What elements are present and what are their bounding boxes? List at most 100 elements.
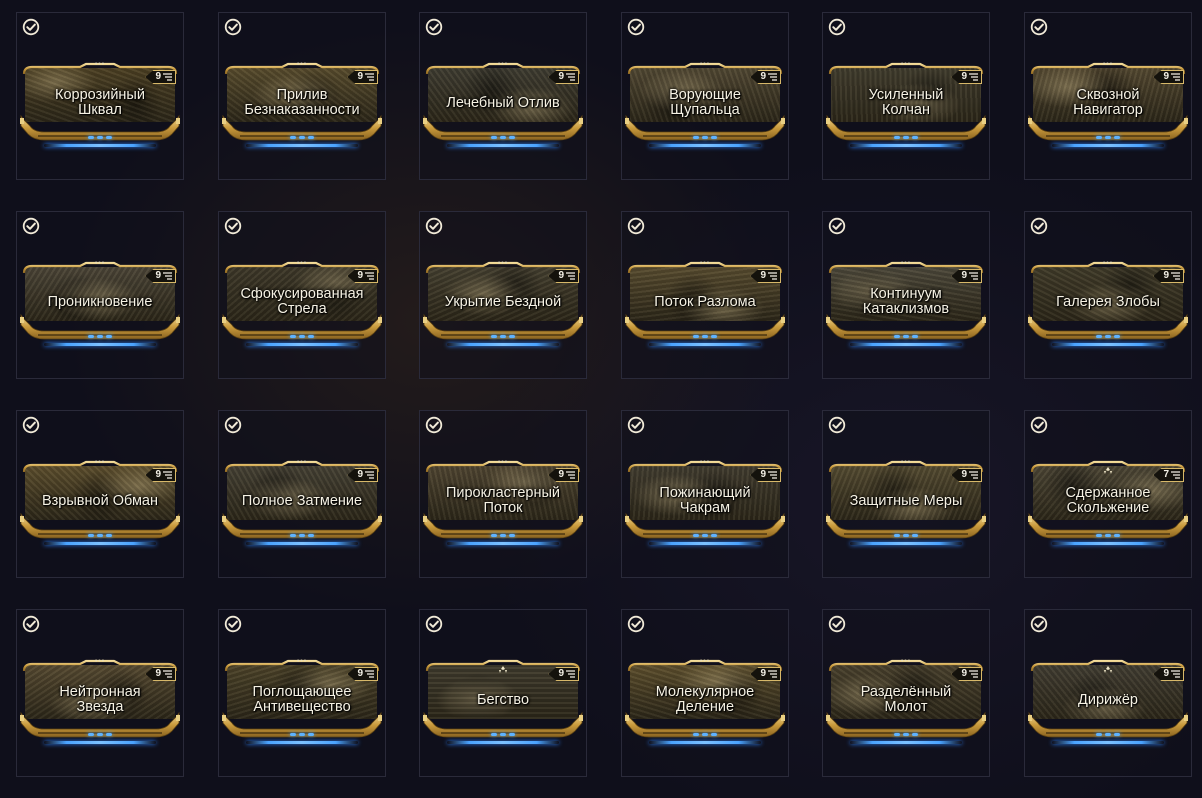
check-icon [627,217,645,235]
mod-slot[interactable]: ••• 9 Проникновение [16,211,184,379]
mod-slot[interactable]: 7 Сдержанное Скольжение [1024,410,1192,578]
mod-slot[interactable]: ••• 9 Прилив Безнаказанности [218,12,386,180]
rank-pip [491,534,497,537]
mod-slot[interactable]: ••• 9 Пирокластерный Поток [419,410,587,578]
rank-pips [20,335,180,338]
capacity-rail [447,343,559,346]
mod-name: Защитные Меры [849,492,963,509]
mod-card[interactable]: ••• 9 Сквозной Навигатор [1028,60,1188,152]
mod-card[interactable]: ••• 9 Лечебный Отлив [423,60,583,152]
rank-dots-icon: ••• [497,61,509,68]
rank-pip [509,733,515,736]
mod-card[interactable]: ••• 9 Проникновение [20,259,180,351]
rank-pip [693,534,699,537]
capacity-icon [163,670,172,678]
rank-pip [1096,534,1102,537]
capacity-rail [246,343,358,346]
capacity-rail [44,741,156,744]
mod-card[interactable]: ••• 9 Сфокусированная Стрела [222,259,382,351]
capacity-icon [365,73,374,81]
rank-pip [88,534,94,537]
mod-card[interactable]: ••• 9 Нейтронная Звезда [20,657,180,749]
mod-slot[interactable]: ••• 9 Галерея Злобы [1024,211,1192,379]
mod-card[interactable]: ••• 9 Поток Разлома [625,259,785,351]
capacity-icon [1171,670,1180,678]
mod-card[interactable]: 7 Сдержанное Скольжение [1028,458,1188,550]
mod-card[interactable]: ••• 9 Галерея Злобы [1028,259,1188,351]
check-icon [425,18,443,36]
rank-pips [222,335,382,338]
mod-slot[interactable]: ••• 9 Сфокусированная Стрела [218,211,386,379]
mod-slot[interactable]: ••• 9 Лечебный Отлив [419,12,587,180]
mod-card[interactable]: 9 Бегство [423,657,583,749]
mod-slot[interactable]: 9 Дирижёр [1024,609,1192,777]
mod-card[interactable]: ••• 9 Ворующие Щупальца [625,60,785,152]
mod-card[interactable]: ••• 9 Коррозийный Шквал [20,60,180,152]
mod-card[interactable]: ••• 9 Пирокластерный Поток [423,458,583,550]
mod-card[interactable]: ••• 9 Прилив Безнаказанности [222,60,382,152]
rank-pip [702,733,708,736]
rank-pip [894,733,900,736]
rank-pips [1028,733,1188,736]
check-icon [425,416,443,434]
check-icon [1030,217,1048,235]
mod-slot[interactable]: ••• 9 Ворующие Щупальца [621,12,789,180]
mod-name: Усиленный Колчан [868,87,944,118]
rank-pips [423,335,583,338]
mod-name: Коррозийный Шквал [55,87,145,118]
rank-pip [693,136,699,139]
rank-pip [1096,136,1102,139]
mod-card[interactable]: ••• 9 Защитные Меры [826,458,986,550]
mod-slot[interactable]: ••• 9 Молекулярное Деление [621,609,789,777]
drain-value: 9 [961,71,967,82]
rank-pip [500,534,506,537]
mod-slot[interactable]: ••• 9 Континуум Катаклизмов [822,211,990,379]
rank-pip [1105,136,1111,139]
capacity-rail [246,741,358,744]
mod-slot[interactable]: ••• 9 Полное Затмение [218,410,386,578]
mod-card[interactable]: ••• 9 Усиленный Колчан [826,60,986,152]
mod-slot[interactable]: ••• 9 Поглощающее Антивещество [218,609,386,777]
mod-name: Сквозной Навигатор [1073,87,1143,118]
capacity-rail [850,144,962,147]
mod-slot[interactable]: ••• 9 Пожинающий Чакрам [621,410,789,578]
mod-slot[interactable]: ••• 9 Укрытие Бездной [419,211,587,379]
mod-name: Поток Разлома [654,293,756,310]
mod-card[interactable]: ••• 9 Молекулярное Деление [625,657,785,749]
check-icon [1030,615,1048,633]
mod-card[interactable]: ••• 9 Разделённый Молот [826,657,986,749]
mod-name: Сфокусированная Стрела [240,286,364,317]
mod-slot[interactable]: ••• 9 Усиленный Колчан [822,12,990,180]
rank-pips [1028,335,1188,338]
mod-card[interactable]: 9 Дирижёр [1028,657,1188,749]
mod-card[interactable]: ••• 9 Пожинающий Чакрам [625,458,785,550]
mod-card[interactable]: ••• 9 Поглощающее Антивещество [222,657,382,749]
rank-pip [308,136,314,139]
mod-slot[interactable]: ••• 9 Разделённый Молот [822,609,990,777]
check-icon [22,615,40,633]
rank-pip [711,335,717,338]
mod-slot[interactable]: 9 Бегство [419,609,587,777]
mod-card[interactable]: ••• 9 Континуум Катаклизмов [826,259,986,351]
mod-slot[interactable]: ••• 9 Нейтронная Звезда [16,609,184,777]
drain-value: 9 [961,668,967,679]
rank-pip [106,534,112,537]
mod-slot[interactable]: ••• 9 Коррозийный Шквал [16,12,184,180]
mod-card[interactable]: ••• 9 Полное Затмение [222,458,382,550]
mod-name: Сдержанное Скольжение [1065,485,1151,516]
capacity-rail [246,144,358,147]
rank-dots-icon: ••• [900,61,912,68]
mod-card[interactable]: ••• 9 Укрытие Бездной [423,259,583,351]
rank-pip [509,534,515,537]
mod-slot[interactable]: ••• 9 Защитные Меры [822,410,990,578]
rank-dots-icon: ••• [296,61,308,68]
check-icon [1030,416,1048,434]
mod-slot[interactable]: ••• 9 Взрывной Обман [16,410,184,578]
mod-name: Прилив Безнаказанности [244,87,360,118]
mod-slot[interactable]: ••• 9 Сквозной Навигатор [1024,12,1192,180]
mod-card[interactable]: ••• 9 Взрывной Обман [20,458,180,550]
rank-dots-icon: ••• [699,61,711,68]
mod-slot[interactable]: ••• 9 Поток Разлома [621,211,789,379]
capacity-icon [768,272,777,280]
rank-pip [1114,534,1120,537]
